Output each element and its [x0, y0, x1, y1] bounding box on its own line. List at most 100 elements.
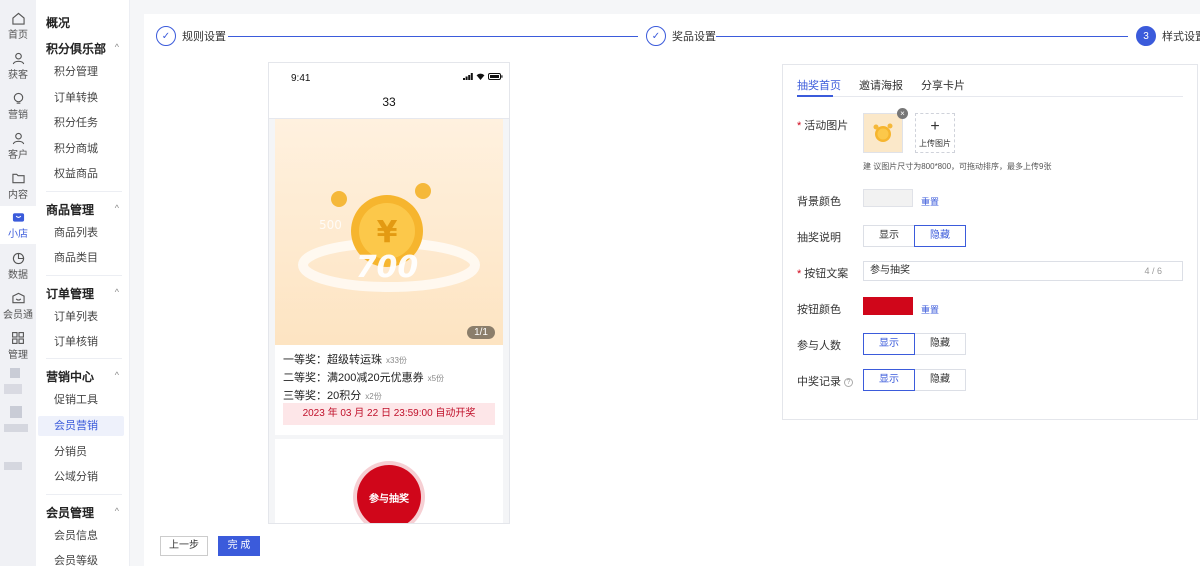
- phone-header: 9:41 33: [269, 63, 509, 119]
- svg-text:500: 500: [319, 218, 342, 232]
- button-color-reset[interactable]: 重置: [921, 303, 939, 316]
- subnav-item[interactable]: 权益商品: [38, 164, 124, 184]
- tab-lottery-home[interactable]: 抽奖首页: [797, 77, 841, 93]
- svg-text:¥: ¥: [377, 215, 398, 250]
- main-content: ✓ 规则设置 ✓ 奖品设置 3 样式设置 9:41 33: [144, 14, 1200, 566]
- upload-label: 上传图片: [919, 139, 951, 148]
- subnav-item[interactable]: 积分任务: [38, 113, 124, 133]
- button-text-label: * 按钮文案: [797, 268, 849, 280]
- chevron-up-icon[interactable]: ^: [115, 506, 119, 516]
- tab-invite-poster[interactable]: 邀请海报: [859, 77, 903, 93]
- subnav-item[interactable]: 订单列表: [38, 307, 124, 327]
- divider: [46, 494, 122, 495]
- gold-coin-icon: ¥ 700 500: [298, 183, 480, 292]
- step-connector: [716, 36, 1128, 37]
- activity-banner[interactable]: ¥ 700 500 1/1: [275, 119, 503, 345]
- step-style[interactable]: 3 样式设置: [1136, 26, 1200, 46]
- subnav-item[interactable]: 分销员: [38, 442, 124, 462]
- chevron-up-icon[interactable]: ^: [115, 287, 119, 297]
- subnav-item[interactable]: 公域分销: [38, 467, 124, 487]
- style-config-panel: 抽奖首页 邀请海报 分享卡片 * 活动图片 × + 上传图片 建 议图片尺寸为80…: [782, 64, 1198, 420]
- subnav-item[interactable]: 商品列表: [38, 223, 124, 243]
- finish-button[interactable]: 完 成: [218, 536, 260, 556]
- rail-item-marketing[interactable]: 营销: [0, 88, 36, 124]
- step-label: 样式设置: [1162, 31, 1200, 43]
- subnav-item-active[interactable]: 会员营销: [38, 416, 124, 436]
- rail-item-label: 小店: [8, 229, 28, 240]
- user-icon: [10, 131, 26, 145]
- status-icons: [463, 73, 503, 80]
- prize-list-card: 一等奖：超级转运珠 x33份 二等奖：满200减20元优惠券 x5份 三等奖：20积…: [275, 345, 503, 435]
- activity-image-thumb[interactable]: [863, 113, 903, 153]
- participants-show-option[interactable]: 显示: [863, 333, 915, 355]
- remove-image-icon[interactable]: ×: [897, 108, 908, 119]
- rail-item-data[interactable]: 数据: [0, 248, 36, 284]
- rail-item-label: 首页: [8, 30, 28, 41]
- participants-hide-option[interactable]: 隐藏: [914, 333, 966, 355]
- button-color-label: 按钮颜色: [797, 304, 841, 316]
- divider: [46, 358, 122, 359]
- check-icon: ✓: [156, 26, 176, 46]
- rail-item-home[interactable]: 首页: [0, 8, 36, 44]
- phone-title: 33: [382, 95, 396, 109]
- description-label: 抽奖说明: [797, 232, 841, 244]
- shop-icon: [10, 210, 26, 224]
- description-show-option[interactable]: 显示: [863, 225, 915, 247]
- divider: [46, 191, 122, 192]
- subnav-item[interactable]: 会员等级: [38, 551, 124, 566]
- bulb-icon: [10, 91, 26, 105]
- subnav-overview[interactable]: 概况: [46, 14, 70, 31]
- plus-icon: +: [930, 118, 940, 135]
- subnav-group-title[interactable]: 商品管理: [46, 201, 94, 218]
- step-connector: [228, 36, 638, 37]
- subnav-item[interactable]: 积分管理: [38, 62, 124, 82]
- button-text-input[interactable]: 参与抽奖 4 / 6: [863, 261, 1183, 281]
- help-icon[interactable]: ?: [844, 378, 853, 387]
- bg-color-reset[interactable]: 重置: [921, 195, 939, 208]
- subnav-item[interactable]: 订单转换: [38, 88, 124, 108]
- bg-color-label: 背景颜色: [797, 196, 841, 208]
- step-rules[interactable]: ✓ 规则设置: [156, 26, 226, 46]
- chevron-up-icon[interactable]: ^: [115, 203, 119, 213]
- tab-share-card[interactable]: 分享卡片: [921, 77, 965, 93]
- records-show-option[interactable]: 显示: [863, 369, 915, 391]
- coin-thumbnail-icon: [873, 123, 893, 142]
- user-plus-icon: [10, 51, 26, 65]
- description-hide-option[interactable]: 隐藏: [914, 225, 966, 247]
- subnav-group-title[interactable]: 积分俱乐部: [46, 40, 106, 57]
- rail-item-acquire[interactable]: 获客: [0, 48, 36, 84]
- step-prizes[interactable]: ✓ 奖品设置: [646, 26, 716, 46]
- subnav-item[interactable]: 商品类目: [38, 248, 124, 268]
- join-lottery-button[interactable]: 参与抽奖: [357, 465, 421, 523]
- rail-item-customer[interactable]: 客户: [0, 128, 36, 164]
- join-card: 参与抽奖: [275, 439, 503, 523]
- upload-image-button[interactable]: + 上传图片: [915, 113, 955, 153]
- rail-item-content[interactable]: 内容: [0, 168, 36, 204]
- subnav-item[interactable]: 会员信息: [38, 526, 124, 546]
- subnav-group-title[interactable]: 订单管理: [46, 285, 94, 302]
- rail-item-manage[interactable]: 管理: [0, 328, 36, 364]
- subnav-item[interactable]: 积分商城: [38, 139, 124, 159]
- icon-rail: 首页 获客 营销 客户 内容 小店 数据 会员通 管理: [0, 0, 36, 566]
- rail-item-member[interactable]: 会员通: [0, 288, 36, 324]
- bg-color-picker[interactable]: [863, 189, 913, 207]
- prize-row: 一等奖：超级转运珠 x33份: [283, 354, 407, 366]
- button-color-picker[interactable]: [863, 297, 913, 315]
- activity-image-label: * 活动图片: [797, 120, 849, 132]
- rail-item-shop[interactable]: 小店: [0, 206, 36, 244]
- subnav-group-title[interactable]: 营销中心: [46, 368, 94, 385]
- records-label: 中奖记录?: [797, 373, 853, 389]
- char-counter: 4 / 6: [1144, 266, 1162, 276]
- subnav-item[interactable]: 促销工具: [38, 390, 124, 410]
- prev-step-button[interactable]: 上一步: [160, 536, 208, 556]
- chevron-up-icon[interactable]: ^: [115, 42, 119, 52]
- rail-item-label: 客户: [8, 150, 28, 161]
- records-hide-option[interactable]: 隐藏: [914, 369, 966, 391]
- description-toggle: 显示 隐藏: [863, 225, 966, 247]
- sub-navigation: 概况 积分俱乐部 ^ 积分管理 订单转换 积分任务 积分商城 权益商品 商品管理…: [36, 0, 130, 566]
- rail-item-label: 营销: [8, 110, 28, 121]
- chevron-up-icon[interactable]: ^: [115, 370, 119, 380]
- subnav-group-title[interactable]: 会员管理: [46, 504, 94, 521]
- subnav-item[interactable]: 订单核销: [38, 332, 124, 352]
- records-toggle: 显示 隐藏: [863, 369, 966, 391]
